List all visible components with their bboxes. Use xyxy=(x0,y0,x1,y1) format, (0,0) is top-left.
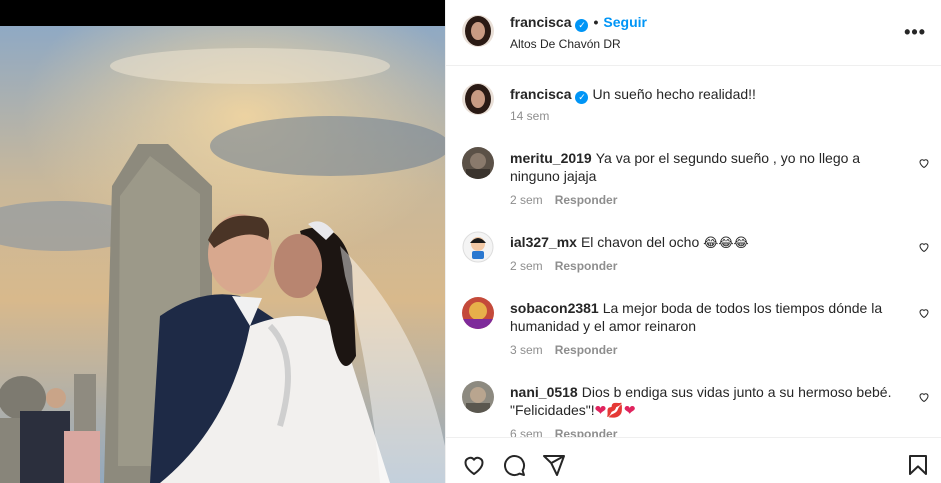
caption-username[interactable]: francisca xyxy=(510,86,571,102)
heart-icon[interactable] xyxy=(462,453,486,477)
avatar[interactable] xyxy=(462,231,494,263)
comment-text: ial327_mx El chavon del ocho 😂😂😂 xyxy=(510,233,895,253)
comment-time: 2 sem xyxy=(510,259,543,273)
comment-meta: 6 sem Responder xyxy=(510,427,617,437)
save-icon[interactable] xyxy=(906,453,930,477)
heart-icon[interactable] xyxy=(918,241,930,253)
separator-dot: • xyxy=(593,14,599,30)
avatar[interactable] xyxy=(462,15,494,47)
post-author-line: francisca ✓ • Seguir xyxy=(510,14,647,32)
username[interactable]: francisca xyxy=(510,14,571,30)
caption-time: 14 sem xyxy=(510,109,550,123)
follow-button[interactable]: Seguir xyxy=(603,14,647,30)
reply-button[interactable]: Responder xyxy=(555,259,618,273)
comment-icon[interactable] xyxy=(502,453,526,477)
emoji-laugh: 😂😂😂 xyxy=(703,236,749,251)
heart-icon[interactable] xyxy=(918,307,930,319)
comment-meta: 2 sem Responder xyxy=(510,193,617,207)
share-icon[interactable] xyxy=(542,453,566,477)
avatar[interactable] xyxy=(462,381,494,413)
post-location[interactable]: Altos De Chavón DR xyxy=(510,37,621,51)
comments-list[interactable]: francisca ✓ Un sueño hecho realidad!! 14 s… xyxy=(446,67,941,437)
comment-username[interactable]: sobacon2381 xyxy=(510,300,599,316)
comment-time: 2 sem xyxy=(510,193,543,207)
comment-meta: 2 sem Responder xyxy=(510,259,617,273)
verified-icon: ✓ xyxy=(575,91,589,104)
verified-icon: ✓ xyxy=(575,19,589,32)
comment-time: 3 sem xyxy=(510,343,543,357)
heart-icon[interactable] xyxy=(918,391,930,403)
comment-text: nani_0518 Dios b endiga sus vidas junto a… xyxy=(510,383,895,420)
reply-button[interactable]: Responder xyxy=(555,343,618,357)
wedding-photo xyxy=(0,26,445,483)
reply-button[interactable]: Responder xyxy=(555,427,618,437)
heart-icon[interactable] xyxy=(918,157,930,169)
action-bar xyxy=(446,437,941,483)
comment-time: 6 sem xyxy=(510,427,543,437)
comment-meta: 3 sem Responder xyxy=(510,343,617,357)
reply-button[interactable]: Responder xyxy=(555,193,618,207)
post-media[interactable] xyxy=(0,0,445,483)
caption-text: francisca ✓ Un sueño hecho realidad!! xyxy=(510,85,895,104)
comment-body: El chavon del ocho xyxy=(580,234,700,250)
comment-username[interactable]: meritu_2019 xyxy=(510,150,592,166)
more-icon[interactable]: ••• xyxy=(904,22,926,43)
comment-username[interactable]: ial327_mx xyxy=(510,234,577,250)
avatar[interactable] xyxy=(462,297,494,329)
comment-text: sobacon2381 La mejor boda de todos los ti… xyxy=(510,299,895,335)
post-header: francisca ✓ • Seguir Altos De Chavón DR ••• xyxy=(446,0,941,66)
comment-username[interactable]: nani_0518 xyxy=(510,384,578,400)
avatar[interactable] xyxy=(462,83,494,115)
post-details-panel: francisca ✓ • Seguir Altos De Chavón DR •••… xyxy=(445,0,941,483)
comment-text: meritu_2019 Ya va por el segundo sueño , … xyxy=(510,149,895,185)
media-top-bar xyxy=(0,0,445,26)
caption-body: Un sueño hecho realidad!! xyxy=(592,86,756,102)
avatar[interactable] xyxy=(462,147,494,179)
emoji-hearts: ❤💋❤ xyxy=(594,403,636,419)
